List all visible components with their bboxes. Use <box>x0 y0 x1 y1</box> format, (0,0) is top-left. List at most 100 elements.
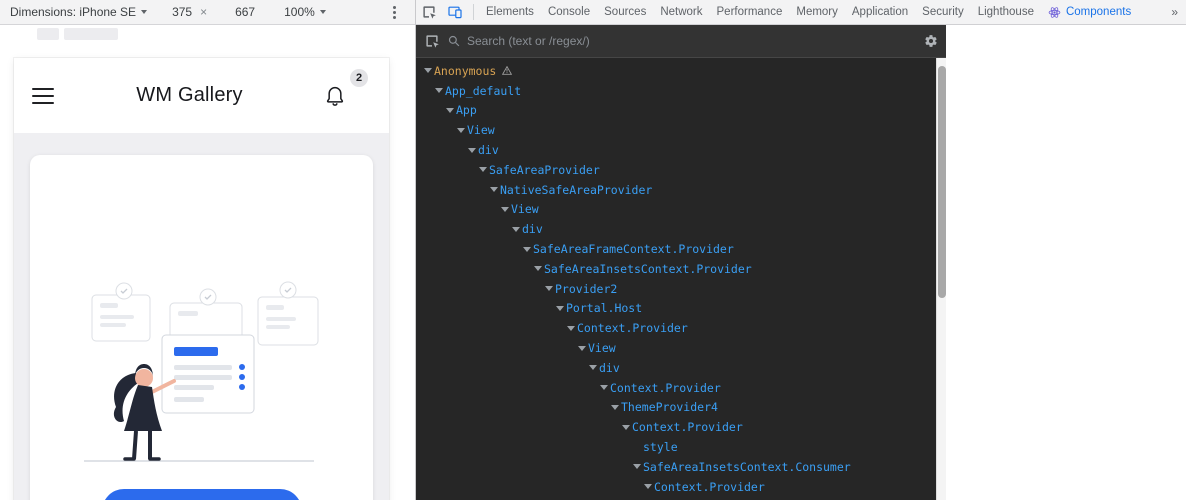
zoom-select[interactable]: 100% <box>284 5 326 19</box>
device-toolbar-icon <box>447 4 463 20</box>
device-screen: WM Gallery 2 <box>14 58 389 500</box>
menu-button[interactable] <box>32 88 54 104</box>
component-name: View <box>511 202 539 216</box>
tab-sources[interactable]: Sources <box>597 0 653 24</box>
collapse-arrow-icon[interactable] <box>422 68 434 73</box>
collapse-arrow-icon[interactable] <box>455 128 467 133</box>
tree-row[interactable]: Context.Provider <box>416 378 946 398</box>
more-options-button[interactable] <box>390 3 399 22</box>
component-name: View <box>467 123 495 137</box>
more-tabs-button[interactable]: » <box>1163 5 1186 19</box>
tab-label: Security <box>922 6 964 18</box>
tree-row[interactable]: View <box>416 120 946 140</box>
tab-lighthouse[interactable]: Lighthouse <box>971 0 1041 24</box>
gear-icon <box>924 34 938 48</box>
collapse-arrow-icon[interactable] <box>598 385 610 390</box>
collapse-arrow-icon[interactable] <box>499 207 511 212</box>
tab-components[interactable]: Components <box>1041 0 1138 24</box>
collapse-arrow-icon[interactable] <box>433 88 445 93</box>
component-name: App_default <box>445 84 521 98</box>
inspect-cursor-icon <box>421 4 437 20</box>
notification-badge: 2 <box>350 69 368 87</box>
tree-row[interactable]: Anonymous <box>416 61 946 81</box>
collapse-arrow-icon[interactable] <box>576 346 588 351</box>
tree-row[interactable]: View <box>416 338 946 358</box>
collapse-arrow-icon[interactable] <box>631 464 643 469</box>
vertical-scrollbar[interactable] <box>936 58 946 500</box>
tab-label: Lighthouse <box>978 6 1034 18</box>
tab-label: Application <box>852 6 908 18</box>
tree-row[interactable]: SafeAreaInsetsContext.Consumer <box>416 457 946 477</box>
warning-icon <box>502 66 512 75</box>
viewport-width-input[interactable] <box>167 5 197 19</box>
tab-elements[interactable]: Elements <box>479 0 541 24</box>
tab-application[interactable]: Application <box>845 0 915 24</box>
pick-component-button[interactable] <box>424 33 440 49</box>
component-name: div <box>522 222 543 236</box>
hamburger-icon <box>32 88 54 104</box>
collapse-arrow-icon[interactable] <box>521 247 533 252</box>
collapse-arrow-icon[interactable] <box>477 167 489 172</box>
tree-row[interactable]: ThemeProvider4 <box>416 398 946 418</box>
tree-row[interactable]: style <box>416 437 946 457</box>
settings-gear-button[interactable] <box>924 34 938 48</box>
component-tree: AnonymousApp_defaultAppViewdivSafeAreaPr… <box>416 58 946 497</box>
emulated-page-area: WM Gallery 2 <box>0 25 415 500</box>
tree-row[interactable]: div <box>416 219 946 239</box>
tree-row[interactable]: Context.Provider <box>416 477 946 497</box>
collapse-arrow-icon[interactable] <box>609 405 621 410</box>
tree-row[interactable]: div <box>416 358 946 378</box>
tab-label: Sources <box>604 6 646 18</box>
component-name: Context.Provider <box>577 321 688 335</box>
tree-row[interactable]: App_default <box>416 81 946 101</box>
collapse-arrow-icon[interactable] <box>532 266 544 271</box>
tab-security[interactable]: Security <box>915 0 971 24</box>
tab-console[interactable]: Console <box>541 0 597 24</box>
collapse-arrow-icon[interactable] <box>642 484 654 489</box>
collapse-arrow-icon[interactable] <box>587 365 599 370</box>
notifications-button[interactable] <box>325 85 345 107</box>
device-toolbar: Dimensions: iPhone SE × 100% <box>0 0 415 25</box>
collapse-arrow-icon[interactable] <box>543 286 555 291</box>
primary-action-button[interactable] <box>102 489 302 500</box>
device-emulator-pane: Dimensions: iPhone SE × 100% <box>0 0 415 500</box>
tab-performance[interactable]: Performance <box>710 0 790 24</box>
tree-row[interactable]: NativeSafeAreaProvider <box>416 180 946 200</box>
component-name: SafeAreaInsetsContext.Consumer <box>643 460 851 474</box>
tree-row[interactable]: Context.Provider <box>416 417 946 437</box>
search-icon <box>448 35 460 47</box>
collapse-arrow-icon[interactable] <box>444 108 456 113</box>
collapse-arrow-icon[interactable] <box>510 227 522 232</box>
collapse-arrow-icon[interactable] <box>620 425 632 430</box>
tree-row[interactable]: Context.Provider <box>416 318 946 338</box>
device-toolbar-toggle-button[interactable] <box>447 4 463 20</box>
inspect-element-button[interactable] <box>421 4 437 20</box>
component-name: App <box>456 103 477 117</box>
tab-label: Components <box>1066 6 1131 18</box>
tree-row[interactable]: div <box>416 140 946 160</box>
tree-row[interactable]: Portal.Host <box>416 299 946 319</box>
component-name: Provider2 <box>555 282 617 296</box>
app-body <box>14 133 389 500</box>
tree-row[interactable]: View <box>416 200 946 220</box>
component-name: Anonymous <box>434 64 496 78</box>
tree-row[interactable]: SafeAreaFrameContext.Provider <box>416 239 946 259</box>
search-input[interactable] <box>467 34 916 48</box>
empty-state-illustration <box>62 273 342 473</box>
tab-label: Performance <box>717 6 783 18</box>
collapse-arrow-icon[interactable] <box>488 187 500 192</box>
tree-row[interactable]: SafeAreaProvider <box>416 160 946 180</box>
tree-row[interactable]: SafeAreaInsetsContext.Provider <box>416 259 946 279</box>
collapse-arrow-icon[interactable] <box>565 326 577 331</box>
tab-memory[interactable]: Memory <box>789 0 845 24</box>
component-name: Context.Provider <box>610 381 721 395</box>
tree-row[interactable]: App <box>416 101 946 121</box>
app-header: WM Gallery 2 <box>14 58 389 133</box>
tab-network[interactable]: Network <box>653 0 709 24</box>
scrollbar-thumb[interactable] <box>938 66 946 298</box>
collapse-arrow-icon[interactable] <box>554 306 566 311</box>
viewport-height-input[interactable] <box>230 5 260 19</box>
tree-row[interactable]: Provider2 <box>416 279 946 299</box>
collapse-arrow-icon[interactable] <box>466 148 478 153</box>
device-type-select[interactable]: Dimensions: iPhone SE <box>10 5 147 19</box>
